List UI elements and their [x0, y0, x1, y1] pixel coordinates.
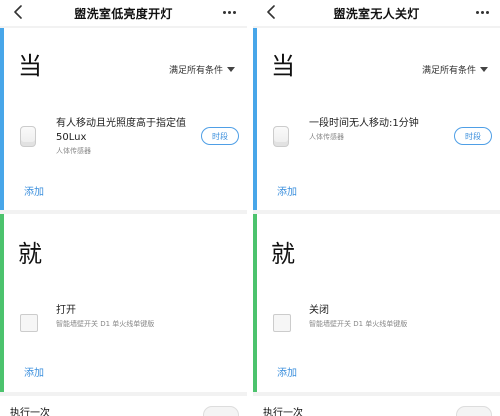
top-nav: 盥洗室低亮度开灯 — [0, 0, 247, 26]
action-item[interactable]: 打开 智能墙壁开关 D1 单火线单键版 — [56, 304, 186, 329]
action-item[interactable]: 关闭 智能墙壁开关 D1 单火线单键版 — [309, 304, 439, 329]
automation-panel-right: 盥洗室无人关灯 当 满足所有条件 一段时间无人移动:1分钟 人体传感器 时段 添… — [253, 0, 500, 416]
then-card: 就 打开 智能墙壁开关 D1 单火线单键版 添加 — [0, 214, 247, 392]
action-item-device: 智能墙壁开关 D1 单火线单键版 — [56, 320, 155, 328]
add-action-link[interactable]: 添加 — [277, 364, 297, 379]
more-dots-icon — [480, 10, 484, 14]
action-item-device: 智能墙壁开关 D1 单火线单键版 — [309, 320, 408, 328]
run-once-label: 执行一次 — [263, 408, 303, 416]
time-period-button[interactable]: 时段 — [454, 127, 492, 145]
add-trigger-link[interactable]: 添加 — [24, 183, 44, 198]
motion-sensor-icon — [20, 126, 38, 147]
trigger-item-title: 有人移动且光照度高于指定值 50Lux — [56, 118, 186, 143]
more-dots-icon — [222, 10, 226, 14]
motion-sensor-icon — [273, 126, 291, 147]
more-button[interactable] — [221, 4, 237, 20]
trigger-item-title: 一段时间无人移动:1分钟 — [309, 118, 419, 129]
trigger-item[interactable]: 一段时间无人移动:1分钟 人体传感器 — [309, 117, 439, 142]
more-button[interactable] — [474, 4, 490, 20]
add-trigger-link[interactable]: 添加 — [277, 183, 297, 198]
then-heading: 就 — [271, 240, 295, 268]
trigger-item[interactable]: 有人移动且光照度高于指定值 50Lux 人体传感器 — [56, 117, 186, 156]
then-accent-bar — [0, 214, 4, 392]
add-action-link[interactable]: 添加 — [24, 364, 44, 379]
then-card: 就 关闭 智能墙壁开关 D1 单火线单键版 添加 — [253, 214, 500, 392]
more-dots-icon — [232, 10, 236, 14]
run-once-toggle[interactable] — [203, 406, 239, 416]
screen: 盥洗室低亮度开灯 当 满足所有条件 有人移动且光照度高于指定值 50Lux 人体… — [0, 0, 500, 416]
when-card: 当 满足所有条件 有人移动且光照度高于指定值 50Lux 人体传感器 时段 添加 — [0, 28, 247, 210]
trigger-item-device: 人体传感器 — [56, 147, 91, 155]
automation-panel-left: 盥洗室低亮度开灯 当 满足所有条件 有人移动且光照度高于指定值 50Lux 人体… — [0, 0, 247, 416]
triangle-down-icon — [480, 67, 488, 72]
more-dots-icon — [485, 10, 489, 14]
then-accent-bar — [253, 214, 257, 392]
when-heading: 当 — [18, 52, 42, 80]
condition-selector[interactable]: 满足所有条件 — [422, 63, 488, 76]
page-title: 盥洗室无人关灯 — [333, 7, 420, 21]
when-accent-bar — [253, 28, 257, 210]
condition-selector-label: 满足所有条件 — [421, 66, 476, 76]
when-accent-bar — [0, 28, 4, 210]
run-once-row: 执行一次 — [0, 396, 247, 416]
run-once-label: 执行一次 — [10, 408, 50, 416]
run-once-toggle[interactable] — [456, 406, 492, 416]
action-item-title: 打开 — [56, 305, 76, 316]
wall-switch-icon — [273, 312, 291, 332]
time-period-button[interactable]: 时段 — [201, 127, 239, 145]
condition-selector-label: 满足所有条件 — [168, 66, 223, 76]
when-card: 当 满足所有条件 一段时间无人移动:1分钟 人体传感器 时段 添加 — [253, 28, 500, 210]
run-once-row: 执行一次 — [253, 396, 500, 416]
more-dots-icon — [475, 10, 479, 14]
triangle-down-icon — [227, 67, 235, 72]
page-title: 盥洗室低亮度开灯 — [74, 7, 173, 21]
when-heading: 当 — [271, 52, 295, 80]
more-dots-icon — [227, 10, 231, 14]
wall-switch-icon — [20, 312, 38, 332]
condition-selector[interactable]: 满足所有条件 — [169, 63, 235, 76]
trigger-item-device: 人体传感器 — [309, 133, 344, 141]
top-nav: 盥洗室无人关灯 — [253, 0, 500, 26]
action-item-title: 关闭 — [309, 305, 329, 316]
then-heading: 就 — [18, 240, 42, 268]
